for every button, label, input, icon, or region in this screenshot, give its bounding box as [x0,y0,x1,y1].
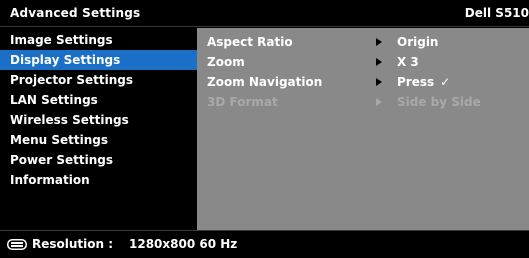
resolution-icon [7,239,27,250]
submenu-arrow-icon [376,98,382,106]
sidebar-item-label: Information [10,173,90,187]
sidebar-item-label: Wireless Settings [10,113,129,127]
setting-value-text: Press [397,75,435,89]
sidebar-item-menu-settings[interactable]: Menu Settings [0,130,197,150]
sidebar-item-information[interactable]: Information [0,170,197,190]
sidebar-item-power-settings[interactable]: Power Settings [0,150,197,170]
sidebar-item-projector-settings[interactable]: Projector Settings [0,70,197,90]
sidebar: Image Settings Display Settings Projecto… [0,28,197,230]
sidebar-item-label: LAN Settings [10,93,98,107]
resolution-value: 1280x800 60 Hz [129,237,238,251]
setting-value: Press ✓ [397,72,450,92]
resolution-label: Resolution : [32,237,114,251]
sidebar-item-label: Display Settings [10,53,121,67]
setting-3d-format: 3D Format Side by Side [197,92,529,112]
submenu-arrow-icon [376,38,382,46]
setting-value: X 3 [397,55,419,69]
menu-header: Advanced Settings Dell S510 [0,0,529,27]
sidebar-item-wireless-settings[interactable]: Wireless Settings [0,110,197,130]
osd-menu: Advanced Settings Dell S510 Image Settin… [0,0,529,258]
sidebar-item-label: Menu Settings [10,133,108,147]
model-name: Dell S510 [464,6,529,20]
sidebar-item-label: Power Settings [10,153,114,167]
setting-label: Zoom [207,55,245,69]
status-bar: Resolution : 1280x800 60 Hz [0,230,529,258]
menu-title: Advanced Settings [10,6,141,20]
setting-label: Aspect Ratio [207,35,293,49]
sidebar-item-label: Projector Settings [10,73,134,87]
setting-aspect-ratio[interactable]: Aspect Ratio Origin [197,32,529,52]
submenu-arrow-icon [376,58,382,66]
sidebar-item-label: Image Settings [10,33,113,47]
sidebar-item-lan-settings[interactable]: LAN Settings [0,90,197,110]
checkmark-icon: ✓ [440,75,451,89]
setting-label: 3D Format [207,95,278,109]
setting-value: Origin [397,35,439,49]
sidebar-item-image-settings[interactable]: Image Settings [0,30,197,50]
setting-zoom[interactable]: Zoom X 3 [197,52,529,72]
submenu-arrow-icon [376,78,382,86]
settings-panel: Aspect Ratio Origin Zoom X 3 Zoom Naviga… [197,28,529,230]
setting-value: Side by Side [397,95,481,109]
sidebar-item-display-settings[interactable]: Display Settings [0,50,197,70]
setting-label: Zoom Navigation [207,75,323,89]
setting-zoom-navigation[interactable]: Zoom Navigation Press ✓ [197,72,529,92]
